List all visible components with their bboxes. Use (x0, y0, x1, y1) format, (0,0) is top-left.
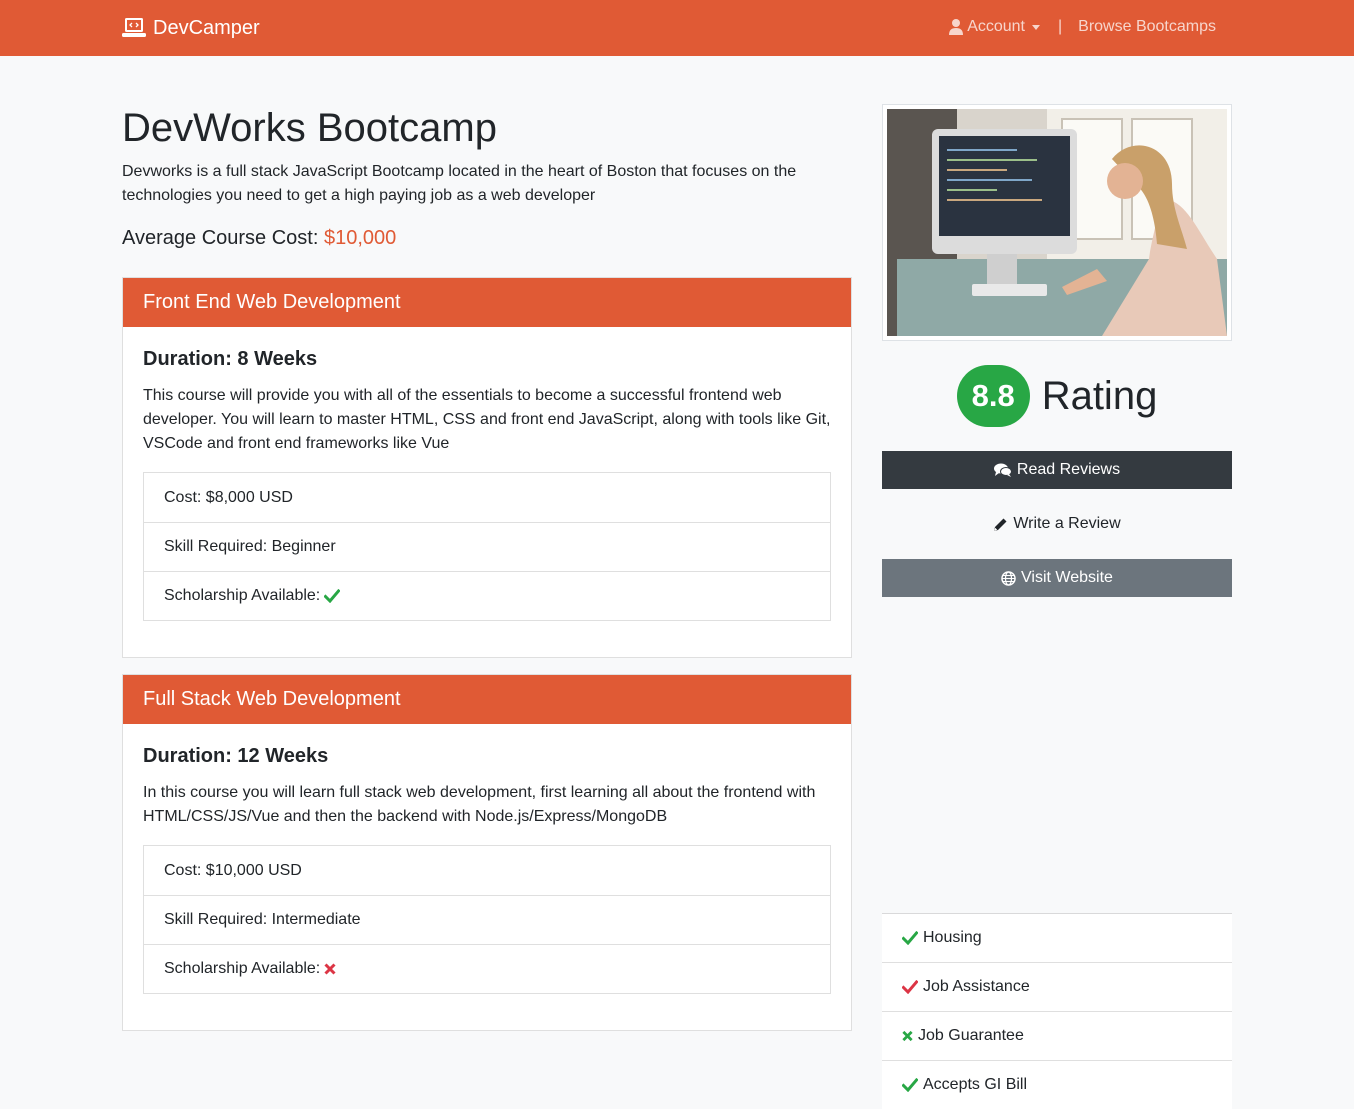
read-reviews-button[interactable]: Read Reviews (882, 451, 1232, 489)
rating-badge: 8.8 (956, 365, 1030, 427)
brand-name: DevCamper (153, 16, 260, 39)
check-icon (324, 589, 341, 603)
browse-bootcamps-link[interactable]: Browse Bootcamps (1078, 18, 1224, 36)
course-scholarship: Scholarship Available: (144, 944, 830, 993)
laptop-code-icon (122, 18, 146, 37)
course-duration: Duration: 8 Weeks (143, 348, 318, 370)
course-skill: Skill Required: Intermediate (144, 895, 830, 944)
course-cost: Cost: $10,000 USD (164, 861, 302, 879)
feature-label: Job Guarantee (918, 1027, 1024, 1044)
comments-icon (993, 463, 1012, 477)
rating-block: 8.8 Rating (882, 365, 1232, 427)
write-review-label: Write a Review (1013, 515, 1121, 532)
check-icon (902, 1078, 918, 1092)
feature-gi-bill: Accepts GI Bill (882, 1061, 1232, 1109)
course-skill: Skill Required: Beginner (144, 522, 830, 571)
brand-link[interactable]: DevCamper (122, 15, 260, 41)
visit-website-button[interactable]: Visit Website (882, 559, 1232, 597)
course-title: Full Stack Web Development (123, 675, 851, 724)
feature-label: Accepts GI Bill (923, 1076, 1028, 1093)
feature-label: Housing (923, 929, 982, 946)
course-duration: Duration: 12 Weeks (143, 745, 329, 767)
scholarship-label: Scholarship Available: (164, 960, 321, 977)
course-cost: Cost: $8,000 USD (164, 488, 293, 506)
course-description: This course will provide you with all of… (143, 387, 831, 452)
user-icon (949, 19, 964, 35)
times-icon (902, 1030, 913, 1042)
scholarship-label: Scholarship Available: (164, 587, 321, 604)
account-label: Account (967, 18, 1025, 35)
average-cost-value: $10,000 (323, 227, 397, 249)
feature-job-assistance: Job Assistance (882, 963, 1232, 1012)
bootcamp-features-list: Housing Job Assistance Job Guarantee Acc… (882, 913, 1232, 1109)
times-icon (324, 963, 336, 975)
course-title: Front End Web Development (123, 278, 851, 327)
course-card: Full Stack Web Development Duration: 12 … (122, 674, 852, 1031)
course-info-list: Cost: $8,000 USD Skill Required: Beginne… (143, 472, 831, 621)
write-review-button[interactable]: Write a Review (882, 505, 1232, 543)
feature-label: Job Assistance (923, 978, 1030, 995)
nav-separator: | (1058, 18, 1063, 35)
bootcamp-description: Devworks is a full stack JavaScript Boot… (122, 163, 797, 204)
caret-down-icon (1032, 24, 1040, 30)
bootcamp-photo-illustration (887, 109, 1227, 336)
account-dropdown[interactable]: Account (949, 18, 1040, 36)
page-title: DevWorks Bootcamp (122, 106, 497, 150)
rating-label: Rating (1041, 374, 1158, 418)
course-card: Front End Web Development Duration: 8 We… (122, 277, 852, 658)
pencil-icon (994, 518, 1007, 531)
bootcamp-details: DevWorks Bootcamp Devworks is a full sta… (122, 104, 852, 1031)
feature-housing: Housing (882, 914, 1232, 963)
average-cost-label: Average Course Cost: (122, 227, 319, 249)
average-cost: Average Course Cost: $10,000 (122, 226, 852, 250)
course-scholarship: Scholarship Available: (144, 571, 830, 620)
course-description: In this course you will learn full stack… (143, 784, 816, 825)
globe-icon (1001, 570, 1016, 586)
course-info-list: Cost: $10,000 USD Skill Required: Interm… (143, 845, 831, 994)
bootcamp-photo (882, 104, 1232, 341)
navbar: DevCamper Account | Browse Bootcamps (0, 0, 1354, 56)
bootcamp-sidebar: 8.8 Rating Read Reviews Write a Review V… (882, 104, 1232, 597)
feature-job-guarantee: Job Guarantee (882, 1012, 1232, 1061)
check-icon (902, 980, 918, 994)
read-reviews-label: Read Reviews (1016, 461, 1121, 478)
check-icon (902, 931, 918, 945)
visit-website-label: Visit Website (1021, 569, 1113, 586)
